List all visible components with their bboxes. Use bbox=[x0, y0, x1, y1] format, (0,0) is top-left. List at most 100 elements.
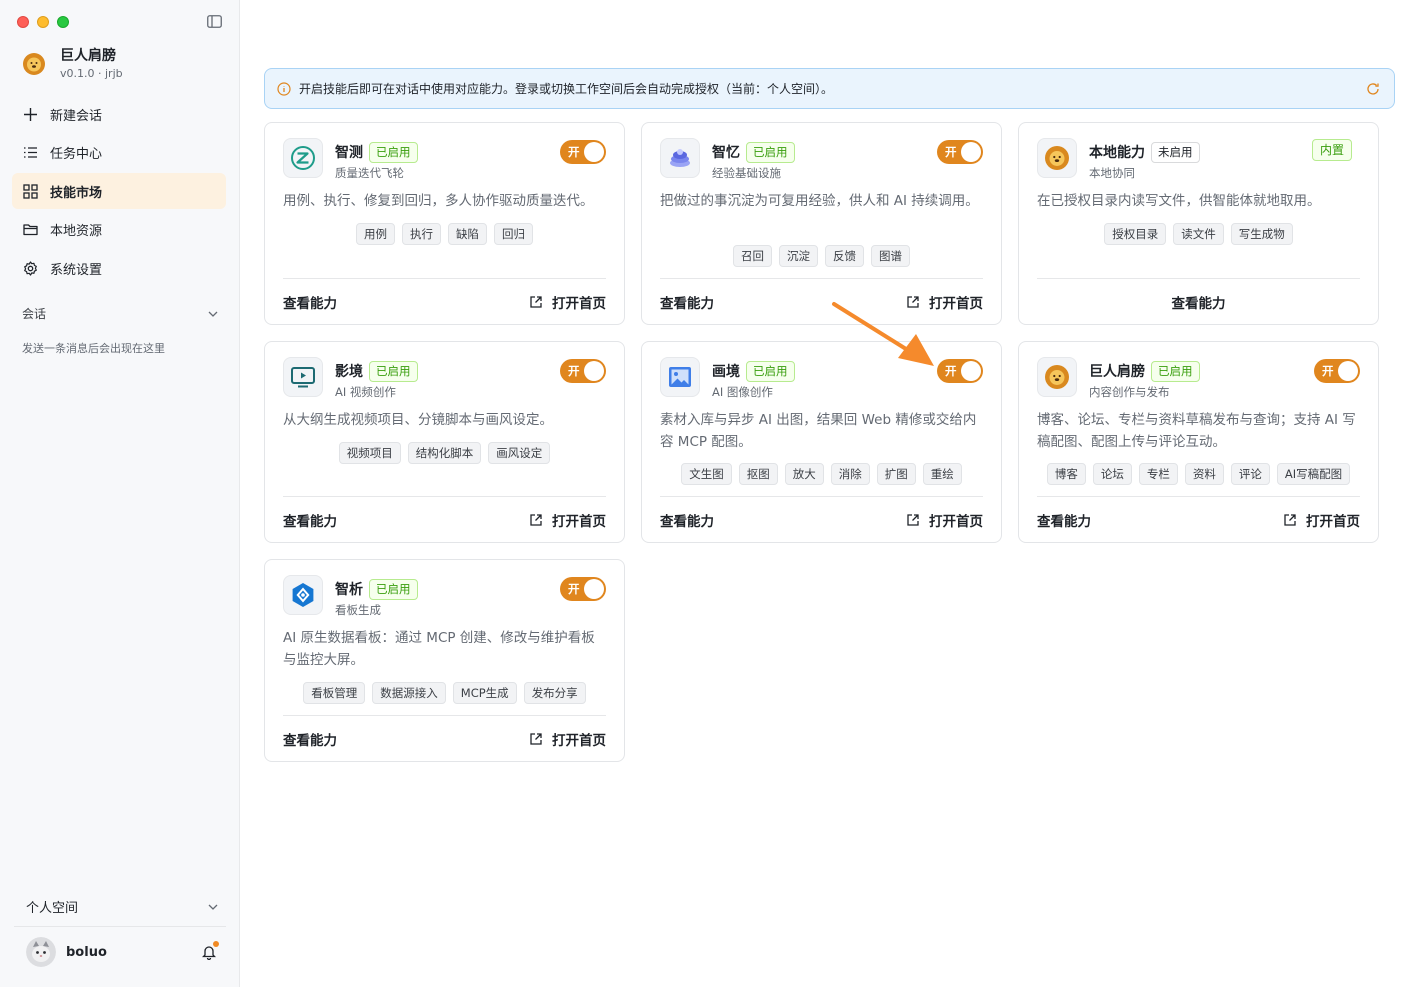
card-description: 把做过的事沉淀为可复用经验，供人和 AI 持续调用。 bbox=[660, 193, 979, 209]
card-name: 智析 bbox=[335, 582, 363, 598]
card-subtitle: 内容创作与发布 bbox=[1089, 385, 1170, 399]
tag: 文生图 bbox=[681, 463, 732, 485]
status-badge: 已启用 bbox=[746, 360, 795, 382]
open-homepage-link[interactable]: 打开首页 bbox=[906, 510, 983, 530]
card-footer: 查看能力 打开首页 bbox=[283, 715, 606, 761]
card-description: 从大纲生成视频项目、分镜脚本与画风设定。 bbox=[283, 412, 553, 428]
enable-toggle[interactable]: 开 bbox=[937, 140, 983, 164]
sidebar-item-label: 系统设置 bbox=[50, 262, 103, 278]
user-name: boluo bbox=[66, 944, 107, 960]
tag-list: 博客 论坛 专栏 资料 评论 AI写稿配图 bbox=[1037, 463, 1360, 485]
open-homepage-link[interactable]: 打开首页 bbox=[529, 510, 606, 530]
user-profile[interactable]: boluo bbox=[26, 937, 219, 967]
external-link-icon bbox=[907, 295, 919, 308]
external-link-icon bbox=[1284, 513, 1296, 526]
view-capabilities-link[interactable]: 查看能力 bbox=[660, 292, 714, 312]
open-homepage-link[interactable]: 打开首页 bbox=[529, 729, 606, 749]
tag: 资料 bbox=[1184, 463, 1224, 485]
external-link-icon bbox=[907, 513, 919, 526]
tag: 写生成物 bbox=[1230, 223, 1293, 245]
enable-toggle[interactable]: 开 bbox=[560, 359, 606, 383]
open-homepage-link[interactable]: 打开首页 bbox=[1283, 510, 1360, 530]
close-window-button[interactable] bbox=[17, 16, 29, 28]
refresh-icon[interactable] bbox=[1366, 82, 1380, 96]
workspace-selector[interactable]: 个人空间 bbox=[14, 893, 226, 927]
open-homepage-link[interactable]: 打开首页 bbox=[906, 292, 983, 312]
sidebar-item-new-chat[interactable]: 新建会话 bbox=[12, 96, 226, 132]
view-capabilities-link[interactable]: 查看能力 bbox=[283, 729, 337, 749]
tag: 看板管理 bbox=[303, 682, 366, 704]
enable-toggle[interactable]: 开 bbox=[937, 359, 983, 383]
external-link-icon bbox=[530, 295, 542, 308]
enable-toggle[interactable]: 开 bbox=[560, 140, 606, 164]
external-link-icon bbox=[530, 513, 542, 526]
toggle-label: 开 bbox=[945, 145, 957, 159]
plus-icon bbox=[24, 107, 37, 121]
view-capabilities-link[interactable]: 查看能力 bbox=[283, 292, 337, 312]
lion-logo-icon bbox=[1037, 138, 1077, 178]
zhice-logo-icon bbox=[283, 138, 323, 178]
sidebar-toggle-icon[interactable] bbox=[207, 15, 222, 28]
minimize-window-button[interactable] bbox=[37, 16, 49, 28]
card-description: AI 原生数据看板：通过 MCP 创建、修改与维护看板与监控大屏。 bbox=[283, 630, 595, 668]
card-header: 智析 已启用 看板生成 bbox=[283, 575, 606, 617]
lion-logo-icon bbox=[23, 53, 45, 75]
toggle-knob bbox=[584, 361, 604, 381]
tag: 用例 bbox=[356, 223, 395, 245]
workspace-label: 个人空间 bbox=[26, 901, 79, 916]
tag: 发布分享 bbox=[523, 682, 586, 704]
tag: 执行 bbox=[402, 223, 441, 245]
tag: 召回 bbox=[733, 245, 772, 267]
list-icon bbox=[24, 147, 37, 158]
status-badge: 已启用 bbox=[369, 578, 418, 600]
enable-toggle[interactable]: 开 bbox=[1314, 359, 1360, 383]
tag: 评论 bbox=[1230, 463, 1270, 485]
card-footer: 查看能力 打开首页 bbox=[660, 278, 983, 324]
card-footer: 查看能力 打开首页 bbox=[1037, 496, 1360, 542]
window-controls bbox=[17, 16, 69, 28]
maximize-window-button[interactable] bbox=[57, 16, 69, 28]
external-link-icon bbox=[530, 732, 542, 745]
open-homepage-label: 打开首页 bbox=[552, 513, 606, 530]
tag: 抠图 bbox=[738, 463, 778, 485]
tag-list: 视频项目 结构化脚本 画风设定 bbox=[283, 442, 606, 464]
sidebar-item-skill-market[interactable]: 技能市场 bbox=[12, 173, 226, 209]
card-description: 博客、论坛、专栏与资料草稿发布与查询；支持 AI 写稿配图、配图上传与评论互动。 bbox=[1037, 412, 1356, 450]
enable-toggle[interactable]: 开 bbox=[560, 577, 606, 601]
avatar[interactable] bbox=[26, 937, 56, 967]
sessions-section-header[interactable]: 会话 bbox=[22, 305, 218, 322]
card-subtitle: 本地协同 bbox=[1089, 166, 1135, 180]
tag: MCP生成 bbox=[452, 682, 517, 704]
card-name: 影境 bbox=[335, 364, 363, 380]
view-capabilities-link[interactable]: 查看能力 bbox=[1172, 292, 1226, 312]
open-homepage-link[interactable]: 打开首页 bbox=[529, 292, 606, 312]
card-name: 智忆 bbox=[712, 145, 740, 161]
card-footer: 查看能力 打开首页 bbox=[283, 496, 606, 542]
status-badge: 已启用 bbox=[746, 141, 795, 163]
toggle-label: 开 bbox=[568, 145, 580, 159]
skill-card-zhice: 智测 已启用 质量迭代飞轮 开 用例、执行、修复到回归，多人协作驱动质量迭代。 … bbox=[264, 122, 625, 325]
info-banner: 开启技能后即可在对话中使用对应能力。登录或切换工作空间后会自动完成授权（当前：个… bbox=[264, 68, 1395, 109]
sidebar-item-task-center[interactable]: 任务中心 bbox=[12, 135, 226, 171]
card-description: 用例、执行、修复到回归，多人协作驱动质量迭代。 bbox=[283, 193, 594, 209]
sessions-empty-text: 发送一条消息后会出现在这里 bbox=[22, 342, 165, 355]
card-name: 本地能力 bbox=[1089, 145, 1145, 161]
tag: 授权目录 bbox=[1104, 223, 1167, 245]
tag: 扩图 bbox=[876, 463, 916, 485]
tag: 画风设定 bbox=[488, 442, 551, 464]
view-capabilities-link[interactable]: 查看能力 bbox=[283, 510, 337, 530]
card-name: 画境 bbox=[712, 364, 740, 380]
card-footer: 查看能力 打开首页 bbox=[660, 496, 983, 542]
view-capabilities-link[interactable]: 查看能力 bbox=[660, 510, 714, 530]
card-description: 素材入库与异步 AI 出图，结果回 Web 精修或交给内容 MCP 配图。 bbox=[660, 412, 977, 450]
open-homepage-label: 打开首页 bbox=[929, 295, 983, 312]
notification-dot bbox=[213, 941, 219, 947]
sidebar-item-local-resources[interactable]: 本地资源 bbox=[12, 212, 226, 248]
view-capabilities-link[interactable]: 查看能力 bbox=[1037, 510, 1091, 530]
toggle-label: 开 bbox=[945, 364, 957, 378]
tag-list: 用例 执行 缺陷 回归 bbox=[283, 223, 606, 245]
app-name: 巨人肩膀 bbox=[60, 48, 116, 64]
card-header: 画境 已启用 AI 图像创作 bbox=[660, 357, 983, 399]
notification-button[interactable] bbox=[201, 941, 219, 961]
sidebar-item-settings[interactable]: 系统设置 bbox=[12, 250, 226, 286]
